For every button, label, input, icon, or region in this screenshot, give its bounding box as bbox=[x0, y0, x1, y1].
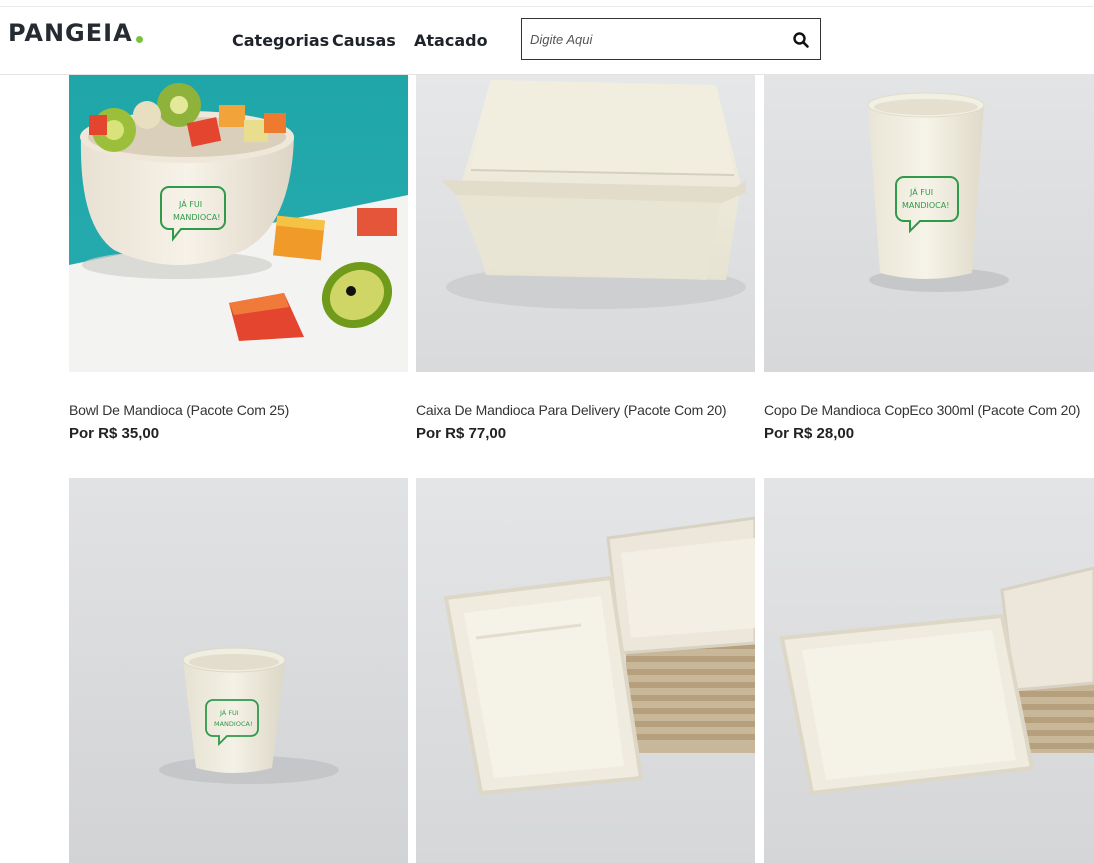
bowl-label-line-1: JÁ FUI bbox=[178, 198, 202, 209]
search-input[interactable] bbox=[530, 29, 780, 49]
product-name[interactable]: Caixa De Mandioca Para Delivery (Pacote … bbox=[416, 402, 727, 418]
product-card-small-cup[interactable]: JÁ FUI MANDIOCA! bbox=[69, 478, 408, 863]
nav-causas[interactable]: Causas bbox=[332, 31, 396, 53]
small-cup-label-line-1: JÁ FUI bbox=[219, 708, 239, 717]
product-image-trays[interactable] bbox=[416, 478, 755, 863]
product-price: Por R$ 77,00 bbox=[416, 425, 507, 442]
nav-categorias[interactable]: Categorias bbox=[232, 31, 329, 53]
product-card-tray[interactable] bbox=[764, 478, 1094, 863]
site-logo[interactable]: PANGEIA bbox=[8, 18, 143, 48]
search-box bbox=[521, 18, 821, 60]
product-price: Por R$ 28,00 bbox=[764, 425, 855, 442]
small-cup-label-line-2: MANDIOCA! bbox=[214, 720, 253, 728]
logo-dot bbox=[135, 35, 143, 43]
product-card-bowl[interactable]: JÁ FUI MANDIOCA! Bowl De Mandioca (Pacot… bbox=[69, 75, 408, 445]
product-image-copeco-cup[interactable]: JÁ FUI MANDIOCA! bbox=[764, 75, 1094, 372]
product-price: Por R$ 35,00 bbox=[69, 425, 160, 442]
product-image-small-cup[interactable]: JÁ FUI MANDIOCA! bbox=[69, 478, 408, 863]
nav-atacado[interactable]: Atacado bbox=[414, 31, 488, 53]
product-image-tray[interactable] bbox=[764, 478, 1094, 863]
product-name[interactable]: Bowl De Mandioca (Pacote Com 25) bbox=[69, 402, 289, 418]
cup-label-line-1: JÁ FUI bbox=[909, 186, 933, 197]
product-card-copeco-cup[interactable]: JÁ FUI MANDIOCA! Copo De Mandioca CopEco… bbox=[764, 75, 1094, 445]
bowl-label-line-2: MANDIOCA! bbox=[173, 213, 220, 222]
search-icon[interactable] bbox=[792, 31, 810, 49]
cup-label-line-2: MANDIOCA! bbox=[902, 201, 949, 210]
product-card-delivery-box[interactable]: Caixa De Mandioca Para Delivery (Pacote … bbox=[416, 75, 755, 445]
product-image-bowl[interactable]: JÁ FUI MANDIOCA! bbox=[69, 75, 408, 372]
product-image-delivery-box[interactable] bbox=[416, 75, 755, 372]
product-card-trays[interactable] bbox=[416, 478, 755, 863]
logo-text: PANGEIA bbox=[8, 19, 133, 47]
product-name[interactable]: Copo De Mandioca CopEco 300ml (Pacote Co… bbox=[764, 402, 1080, 418]
